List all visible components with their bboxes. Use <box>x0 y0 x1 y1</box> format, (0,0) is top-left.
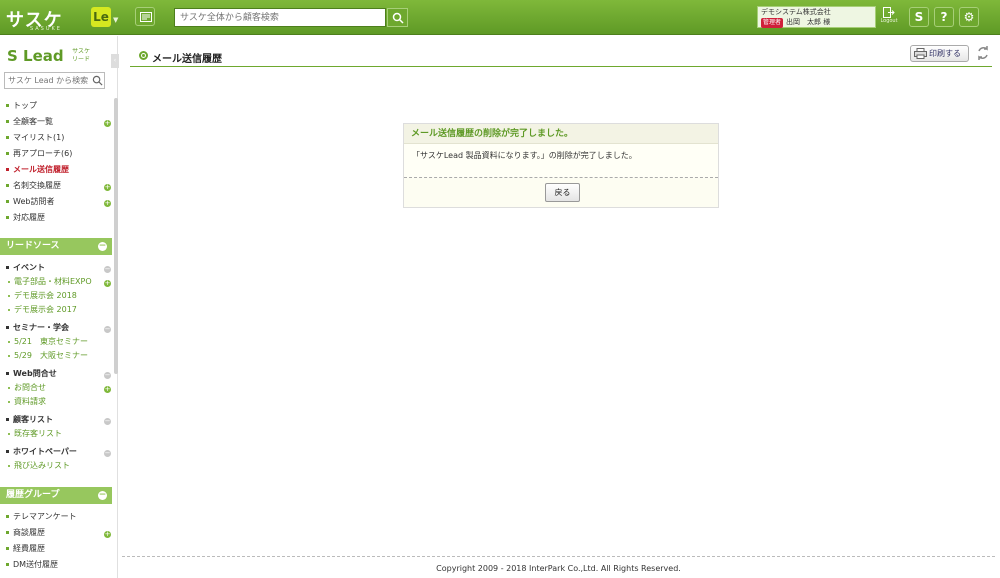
news-icon <box>140 12 152 22</box>
group-customer-list[interactable]: 顧客リスト <box>6 414 53 425</box>
top-bar: サスケ SASUKE Le ▼ デモシステム株式会社 管理者出岡 太郎 様 Lo… <box>0 0 1000 35</box>
lead-logo-sub: サスケ リード <box>72 48 91 63</box>
help-icon: ? <box>940 10 948 24</box>
search-icon[interactable] <box>92 75 103 86</box>
collapse-icon[interactable]: − <box>104 326 111 333</box>
sub-item-document-request[interactable]: 資料請求 <box>8 396 46 407</box>
sidebar-item-response-history[interactable]: 対応履歴 <box>6 212 45 223</box>
plus-icon[interactable]: + <box>104 200 111 207</box>
completion-dialog: メール送信履歴の削除が完了しました。 「サスケLead 製品資料になります。」の… <box>403 123 719 208</box>
settings-button[interactable]: ⚙ <box>959 7 979 27</box>
sasuke-home-button[interactable]: S <box>909 7 929 27</box>
lead-logo[interactable]: S Lead <box>7 47 64 65</box>
sub-item-demo-2018[interactable]: デモ展示会 2018 <box>8 290 77 301</box>
sidebar-scrollbar[interactable] <box>114 98 118 374</box>
news-button[interactable] <box>135 7 155 26</box>
sasuke-logo-sub: SASUKE <box>30 26 62 32</box>
sub-item-walk-in-list[interactable]: 飛び込みリスト <box>8 460 70 471</box>
logout-button[interactable]: Logout <box>880 6 898 28</box>
group-web-inquiry[interactable]: Web問合せ <box>6 368 57 379</box>
sub-item-tokyo-seminar[interactable]: 5/21 東京セミナー <box>8 336 88 347</box>
global-search-input[interactable] <box>174 8 386 27</box>
user-info[interactable]: デモシステム株式会社 管理者 出岡 太郎 様 <box>757 6 876 28</box>
sidebar-item-telema[interactable]: テレマアンケート <box>6 511 77 522</box>
group-event[interactable]: イベント <box>6 262 45 273</box>
plus-icon[interactable]: + <box>104 184 111 191</box>
sub-item-existing-list[interactable]: 既存客リスト <box>8 428 62 439</box>
sidebar-item-card-exchange[interactable]: 名刺交換履歴 <box>6 180 61 191</box>
page-title: メール送信履歴 <box>152 54 222 65</box>
help-button[interactable]: ? <box>934 7 954 27</box>
sub-item-osaka-seminar[interactable]: 5/29 大阪セミナー <box>8 350 88 361</box>
history-group-header[interactable]: 履歴グループ − <box>0 487 112 504</box>
sidebar-item-dm[interactable]: DM送付履歴 <box>6 559 58 570</box>
collapse-icon[interactable]: − <box>98 491 107 500</box>
sub-item-inquiry[interactable]: お問合せ <box>8 382 46 393</box>
logout-label: Logout <box>880 18 898 24</box>
sasuke-s-icon: S <box>914 10 924 24</box>
global-search-button[interactable] <box>387 8 408 27</box>
collapse-icon[interactable]: − <box>104 450 111 457</box>
group-seminar[interactable]: セミナー・学会 <box>6 322 69 333</box>
dialog-heading: メール送信履歴の削除が完了しました。 <box>404 124 718 144</box>
sub-item-demo-2017[interactable]: デモ展示会 2017 <box>8 304 77 315</box>
user-company: デモシステム株式会社 <box>761 8 831 16</box>
sub-item-expo[interactable]: 電子部品・材料EXPO <box>8 276 92 287</box>
collapse-icon[interactable]: − <box>104 266 111 273</box>
collapse-icon[interactable]: − <box>104 418 111 425</box>
sidebar-item-mylist[interactable]: マイリスト(1) <box>6 132 64 143</box>
sidebar-item-mail-history[interactable]: メール送信履歴 <box>6 164 69 175</box>
sidebar-item-negotiation[interactable]: 商談履歴 <box>6 527 45 538</box>
sidebar-search-input[interactable] <box>4 72 105 89</box>
footer-divider <box>122 556 995 557</box>
group-whitepaper[interactable]: ホワイトペーパー <box>6 446 77 457</box>
title-bullet-icon <box>139 51 148 60</box>
lead-source-header[interactable]: リードソース − <box>0 238 112 255</box>
plus-icon[interactable]: + <box>104 531 111 538</box>
sidebar-collapse-handle[interactable]: ‹ <box>111 54 119 68</box>
collapse-icon[interactable]: − <box>98 242 107 251</box>
search-icon <box>392 12 404 24</box>
user-name: 出岡 太郎 様 <box>786 18 831 26</box>
back-button[interactable]: 戻る <box>545 183 580 202</box>
chevron-down-icon[interactable]: ▼ <box>113 16 118 24</box>
sidebar-item-expense[interactable]: 経費履歴 <box>6 543 45 554</box>
sidebar-item-top[interactable]: トップ <box>6 100 37 111</box>
printer-icon <box>914 48 927 59</box>
role-badge: 管理者 <box>761 18 784 28</box>
refresh-icon[interactable] <box>976 45 990 61</box>
plus-icon[interactable]: + <box>104 386 111 393</box>
footer-copyright: Copyright 2009 - 2018 InterPark Co.,Ltd.… <box>436 564 681 573</box>
page-header: メール送信履歴 印刷する <box>130 45 992 67</box>
gear-icon: ⚙ <box>963 10 975 24</box>
collapse-icon[interactable]: − <box>104 372 111 379</box>
print-button[interactable]: 印刷する <box>910 45 969 62</box>
plus-icon[interactable]: + <box>104 120 111 127</box>
app-switcher-button[interactable]: Le <box>91 7 111 27</box>
sidebar-item-reapproach[interactable]: 再アプローチ(6) <box>6 148 72 159</box>
plus-icon[interactable]: + <box>104 280 111 287</box>
dialog-message: 「サスケLead 製品資料になります。」の削除が完了しました。 <box>404 144 718 178</box>
logout-icon <box>883 7 895 18</box>
sidebar-item-web-visitors[interactable]: Web訪問者 <box>6 196 54 207</box>
sidebar-item-all-customers[interactable]: 全顧客一覧 <box>6 116 53 127</box>
